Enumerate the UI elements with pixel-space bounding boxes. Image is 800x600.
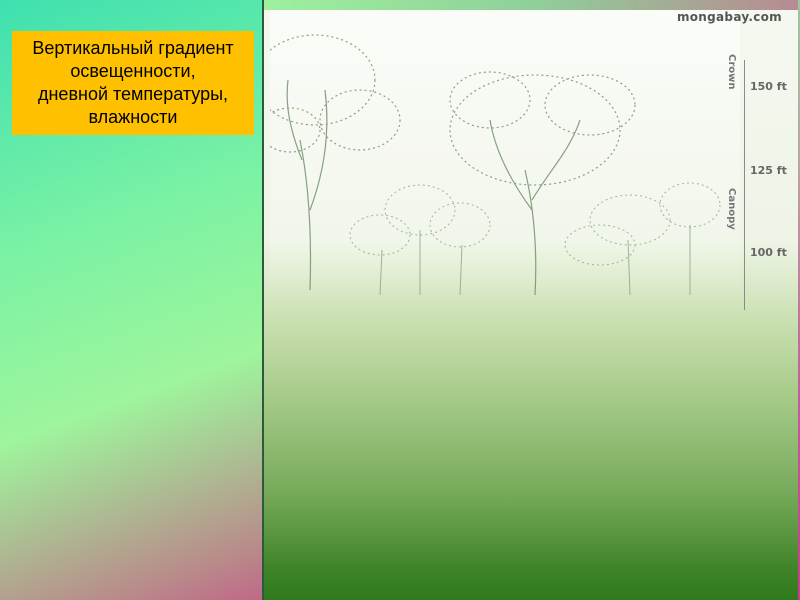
zone-label-crown: Crown bbox=[726, 54, 737, 90]
image-top-edge bbox=[264, 0, 798, 10]
forest-sketch bbox=[270, 10, 740, 300]
rainforest-layers-image: mongabay.com Crown 150 ft 125 ft Canopy … bbox=[262, 0, 798, 600]
tick-label-150ft: 150 ft bbox=[750, 80, 787, 93]
tick-label-100ft: 100 ft bbox=[750, 246, 787, 259]
zone-label-canopy: Canopy bbox=[726, 188, 737, 230]
scale-line bbox=[744, 60, 745, 310]
tick-label-125ft: 125 ft bbox=[750, 164, 787, 177]
caption-text: Вертикальный градиент освещенности, днев… bbox=[32, 38, 234, 127]
caption-box: Вертикальный градиент освещенности, днев… bbox=[12, 31, 254, 135]
height-scale: Crown 150 ft 125 ft Canopy 100 ft bbox=[724, 20, 794, 310]
